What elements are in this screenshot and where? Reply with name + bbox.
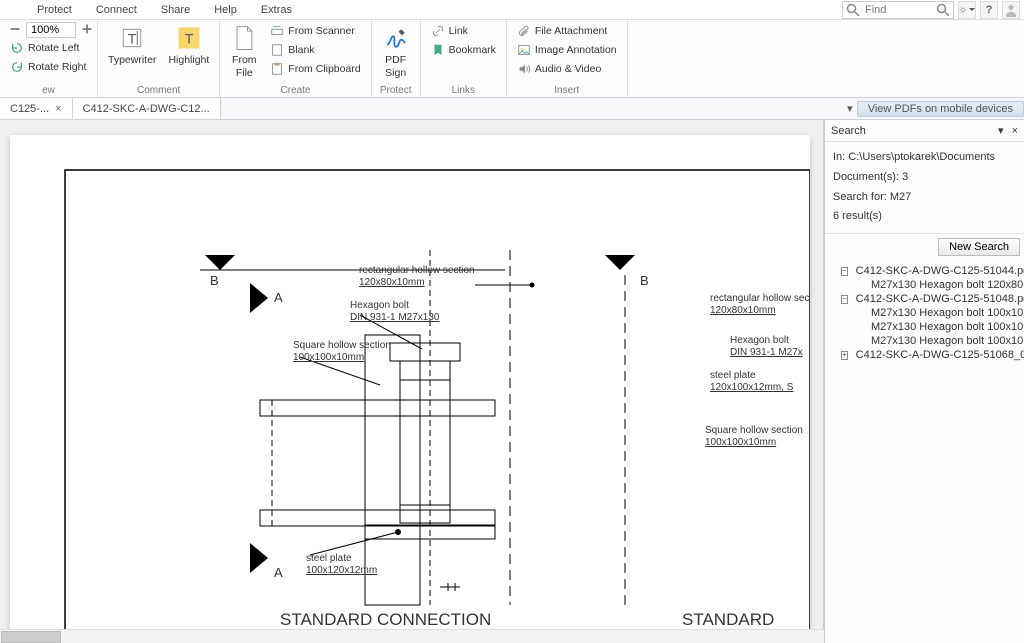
- section-b-label: B: [210, 273, 219, 289]
- ribbon-group-view: ew: [6, 85, 91, 97]
- steel-plate-label: steel plate100x120x12mm: [306, 553, 377, 577]
- document-tab-1[interactable]: C125-... ×: [0, 98, 73, 119]
- link-icon: [431, 24, 445, 38]
- zoom-in-button[interactable]: [80, 22, 96, 38]
- menu-protect[interactable]: Protect: [25, 4, 84, 16]
- sq-hollow-label: Square hollow section100x100x10mm: [293, 340, 391, 364]
- highlight-button[interactable]: T Highlight: [164, 22, 213, 69]
- rotate-left-icon: [10, 41, 24, 55]
- tab-dropdown-icon[interactable]: ▾: [847, 102, 853, 115]
- ribbon-group-protect: Protect: [378, 85, 414, 97]
- tree-result[interactable]: M27x130 Hexagon bolt 100x10: [827, 320, 1022, 334]
- search-summary: In: C:\Users\ptokarek\Documents Document…: [825, 142, 1024, 234]
- scanner-icon: [270, 24, 284, 38]
- rect-hollow-label: rectangular hollow section120x80x10mm: [359, 265, 475, 289]
- menu-bar: Protect Connect Share Help Extras ?: [0, 0, 1024, 20]
- sign-icon: [382, 24, 410, 52]
- tab-label: C125-...: [10, 103, 49, 115]
- bookmark-button[interactable]: Bookmark: [427, 41, 500, 59]
- panel-dropdown-icon[interactable]: ▾: [998, 124, 1004, 137]
- collapse-icon[interactable]: −: [841, 267, 848, 276]
- r-sq-hollow: Square hollow section100x100x10mm: [705, 425, 803, 449]
- clipboard-icon: [270, 62, 284, 76]
- find-box[interactable]: [842, 1, 954, 19]
- link-button[interactable]: Link: [427, 22, 500, 40]
- new-search-button[interactable]: New Search: [938, 238, 1020, 256]
- close-icon[interactable]: ×: [55, 103, 61, 115]
- hex-bolt-label: Hexagon boltDIN 931-1 M27x130: [350, 300, 440, 324]
- zoom-input[interactable]: [26, 22, 76, 38]
- svg-text:T: T: [185, 30, 194, 46]
- document-page: B B A A rectangular hollow section120x80…: [10, 135, 810, 643]
- tree-result[interactable]: M27x130 Hexagon bolt 100x10: [827, 306, 1022, 320]
- help-button[interactable]: ?: [980, 1, 998, 19]
- from-scanner-button[interactable]: From Scanner: [266, 22, 364, 40]
- search-results-tree: −C412-SKC-A-DWG-C125-51044.pdf M27x130 H…: [825, 260, 1024, 643]
- from-file-button[interactable]: From File: [226, 22, 262, 81]
- technical-drawing: [10, 135, 810, 643]
- image-icon: [517, 43, 531, 57]
- search-icon: [845, 2, 861, 18]
- ribbon-group-comment: Comment: [104, 85, 213, 97]
- collapse-icon[interactable]: −: [841, 295, 848, 304]
- section-a-top: A: [274, 290, 283, 306]
- typewriter-button[interactable]: T Typewriter: [104, 22, 160, 69]
- settings-dropdown[interactable]: [958, 1, 976, 19]
- rotate-left-button[interactable]: Rotate Left: [6, 39, 96, 57]
- user-icon: [1004, 3, 1018, 17]
- blank-icon: [270, 43, 284, 57]
- ribbon: Rotate Left Rotate Right ew T Typewriter…: [0, 20, 1024, 98]
- r-hex-bolt: Hexagon boltDIN 931-1 M27x: [730, 335, 803, 359]
- tree-result[interactable]: M27x130 Hexagon bolt 120x80: [827, 278, 1022, 292]
- tree-file[interactable]: +C412-SKC-A-DWG-C125-51068_00: [827, 348, 1022, 362]
- zoom-out-button[interactable]: [8, 22, 24, 38]
- rotate-right-icon: [10, 60, 24, 74]
- ribbon-group-insert: Insert: [513, 85, 621, 97]
- rotate-right-button[interactable]: Rotate Right: [6, 58, 96, 76]
- search-header: Search ▾ ×: [825, 120, 1024, 142]
- svg-text:T: T: [128, 30, 137, 46]
- blank-button[interactable]: Blank: [266, 41, 364, 59]
- search-panel: Search ▾ × In: C:\Users\ptokarek\Documen…: [824, 120, 1024, 643]
- highlight-icon: T: [175, 24, 203, 52]
- audio-video-button[interactable]: Audio & Video: [513, 60, 621, 78]
- menu-help[interactable]: Help: [202, 4, 249, 16]
- bookmark-icon: [431, 43, 445, 57]
- document-viewport[interactable]: B B A A rectangular hollow section120x80…: [0, 120, 824, 643]
- ribbon-group-links: Links: [427, 85, 500, 97]
- menu-share[interactable]: Share: [149, 4, 202, 16]
- file-icon: [230, 24, 258, 52]
- from-clipboard-button[interactable]: From Clipboard: [266, 60, 364, 78]
- search-go-icon[interactable]: [935, 2, 951, 18]
- tree-file[interactable]: −C412-SKC-A-DWG-C125-51048.pdf: [827, 292, 1022, 306]
- image-annotation-button[interactable]: Image Annotation: [513, 41, 621, 59]
- document-tab-2[interactable]: C412-SKC-A-DWG-C12...: [73, 98, 221, 119]
- menu-extras[interactable]: Extras: [249, 4, 304, 16]
- tree-result[interactable]: M27x130 Hexagon bolt 100x10: [827, 334, 1022, 348]
- attachment-icon: [517, 24, 531, 38]
- ribbon-group-create: Create: [226, 85, 364, 97]
- horizontal-scrollbar[interactable]: [0, 629, 824, 643]
- user-button[interactable]: [1002, 1, 1020, 19]
- audio-icon: [517, 62, 531, 76]
- section-a-bottom: A: [274, 565, 283, 581]
- tab-label: C412-SKC-A-DWG-C12...: [83, 103, 210, 115]
- find-input[interactable]: [863, 4, 933, 16]
- typewriter-icon: T: [118, 24, 146, 52]
- pdf-sign-button[interactable]: PDF Sign: [378, 22, 414, 81]
- r-rect-hollow: rectangular hollow sec120x80x10mm: [710, 293, 810, 317]
- menu-connect[interactable]: Connect: [84, 4, 149, 16]
- r-steel-plate: steel plate120x100x12mm, S: [710, 370, 793, 394]
- search-title: Search: [831, 125, 866, 137]
- mobile-hint[interactable]: View PDFs on mobile devices: [857, 101, 1024, 117]
- expand-icon[interactable]: +: [841, 351, 848, 360]
- help-icon: ?: [986, 4, 993, 16]
- tabs-bar: C125-... × C412-SKC-A-DWG-C12... ▾ View …: [0, 98, 1024, 120]
- gear-icon: [959, 4, 967, 16]
- tree-file[interactable]: −C412-SKC-A-DWG-C125-51044.pdf: [827, 264, 1022, 278]
- scroll-thumb[interactable]: [1, 631, 61, 643]
- panel-close-icon[interactable]: ×: [1012, 125, 1018, 137]
- file-attachment-button[interactable]: File Attachment: [513, 22, 621, 40]
- section-b-label-r: B: [640, 273, 649, 289]
